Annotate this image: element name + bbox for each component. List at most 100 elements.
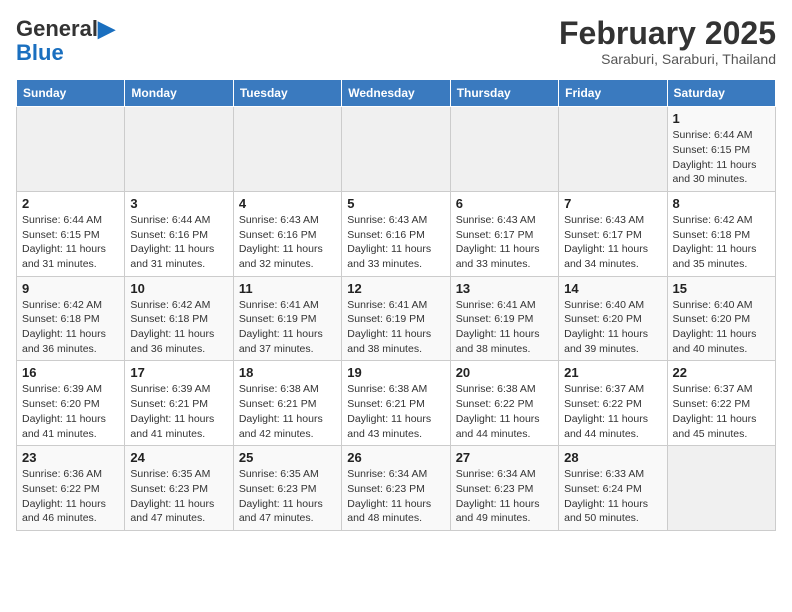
- day-header-thursday: Thursday: [450, 80, 558, 107]
- day-number: 22: [673, 365, 770, 380]
- day-header-sunday: Sunday: [17, 80, 125, 107]
- calendar-cell: 13 Sunrise: 6:41 AM Sunset: 6:19 PM Dayli…: [450, 276, 558, 361]
- day-info: Sunrise: 6:38 AM Sunset: 6:21 PM Dayligh…: [347, 382, 444, 441]
- day-info: Sunrise: 6:36 AM Sunset: 6:22 PM Dayligh…: [22, 467, 119, 526]
- day-number: 5: [347, 196, 444, 211]
- calendar-cell: 26Sunrise: 6:34 AM Sunset: 6:23 PM Dayli…: [342, 446, 450, 531]
- calendar-cell: 27 Sunrise: 6:34 AM Sunset: 6:23 PM Dayli…: [450, 446, 558, 531]
- day-number: 16: [22, 365, 119, 380]
- calendar-cell: 14 Sunrise: 6:40 AM Sunset: 6:20 PM Dayli…: [559, 276, 667, 361]
- day-number: 6: [456, 196, 553, 211]
- day-info: Sunrise: 6:40 AM Sunset: 6:20 PM Dayligh…: [673, 298, 770, 357]
- calendar-cell: 12 Sunrise: 6:41 AM Sunset: 6:19 PM Dayli…: [342, 276, 450, 361]
- day-info: Sunrise: 6:41 AM Sunset: 6:19 PM Dayligh…: [239, 298, 336, 357]
- day-header-saturday: Saturday: [667, 80, 775, 107]
- calendar-cell: 22 Sunrise: 6:37 AM Sunset: 6:22 PM Dayli…: [667, 361, 775, 446]
- logo-text: General▶: [16, 16, 115, 42]
- location-title: Saraburi, Saraburi, Thailand: [559, 51, 776, 67]
- calendar-cell: 28Sunrise: 6:33 AM Sunset: 6:24 PM Dayli…: [559, 446, 667, 531]
- day-info: Sunrise: 6:39 AM Sunset: 6:20 PM Dayligh…: [22, 382, 119, 441]
- day-number: 12: [347, 281, 444, 296]
- calendar-cell: 19 Sunrise: 6:38 AM Sunset: 6:21 PM Dayli…: [342, 361, 450, 446]
- day-info: Sunrise: 6:44 AM Sunset: 6:15 PM Dayligh…: [22, 213, 119, 272]
- calendar-cell: 7Sunrise: 6:43 AM Sunset: 6:17 PM Daylig…: [559, 191, 667, 276]
- calendar-cell: 11 Sunrise: 6:41 AM Sunset: 6:19 PM Dayli…: [233, 276, 341, 361]
- week-row-3: 16 Sunrise: 6:39 AM Sunset: 6:20 PM Dayli…: [17, 361, 776, 446]
- day-info: Sunrise: 6:41 AM Sunset: 6:19 PM Dayligh…: [347, 298, 444, 357]
- calendar-cell: 17 Sunrise: 6:39 AM Sunset: 6:21 PM Dayli…: [125, 361, 233, 446]
- day-number: 25: [239, 450, 336, 465]
- calendar-cell: 23 Sunrise: 6:36 AM Sunset: 6:22 PM Dayli…: [17, 446, 125, 531]
- day-number: 27: [456, 450, 553, 465]
- day-number: 15: [673, 281, 770, 296]
- day-info: Sunrise: 6:43 AM Sunset: 6:17 PM Dayligh…: [456, 213, 553, 272]
- day-number: 21: [564, 365, 661, 380]
- day-number: 24: [130, 450, 227, 465]
- day-number: 8: [673, 196, 770, 211]
- day-info: Sunrise: 6:33 AM Sunset: 6:24 PM Dayligh…: [564, 467, 661, 526]
- week-row-0: 1 Sunrise: 6:44 AM Sunset: 6:15 PM Daylig…: [17, 107, 776, 192]
- day-info: Sunrise: 6:42 AM Sunset: 6:18 PM Dayligh…: [22, 298, 119, 357]
- day-info: Sunrise: 6:40 AM Sunset: 6:20 PM Dayligh…: [564, 298, 661, 357]
- day-info: Sunrise: 6:43 AM Sunset: 6:16 PM Dayligh…: [239, 213, 336, 272]
- week-row-2: 9 Sunrise: 6:42 AM Sunset: 6:18 PM Daylig…: [17, 276, 776, 361]
- day-number: 19: [347, 365, 444, 380]
- day-info: Sunrise: 6:42 AM Sunset: 6:18 PM Dayligh…: [130, 298, 227, 357]
- calendar-cell: [233, 107, 341, 192]
- day-info: Sunrise: 6:37 AM Sunset: 6:22 PM Dayligh…: [564, 382, 661, 441]
- calendar-cell: 4Sunrise: 6:43 AM Sunset: 6:16 PM Daylig…: [233, 191, 341, 276]
- day-info: Sunrise: 6:39 AM Sunset: 6:21 PM Dayligh…: [130, 382, 227, 441]
- calendar-cell: 20 Sunrise: 6:38 AM Sunset: 6:22 PM Dayli…: [450, 361, 558, 446]
- day-number: 10: [130, 281, 227, 296]
- day-info: Sunrise: 6:44 AM Sunset: 6:15 PM Dayligh…: [673, 128, 770, 187]
- day-number: 20: [456, 365, 553, 380]
- day-number: 13: [456, 281, 553, 296]
- calendar-cell: 9 Sunrise: 6:42 AM Sunset: 6:18 PM Daylig…: [17, 276, 125, 361]
- calendar-cell: [667, 446, 775, 531]
- day-header-monday: Monday: [125, 80, 233, 107]
- day-number: 17: [130, 365, 227, 380]
- day-number: 3: [130, 196, 227, 211]
- days-header-row: SundayMondayTuesdayWednesdayThursdayFrid…: [17, 80, 776, 107]
- calendar-table: SundayMondayTuesdayWednesdayThursdayFrid…: [16, 79, 776, 531]
- day-number: 23: [22, 450, 119, 465]
- week-row-4: 23 Sunrise: 6:36 AM Sunset: 6:22 PM Dayli…: [17, 446, 776, 531]
- calendar-cell: 24 Sunrise: 6:35 AM Sunset: 6:23 PM Dayli…: [125, 446, 233, 531]
- day-header-wednesday: Wednesday: [342, 80, 450, 107]
- calendar-cell: 21 Sunrise: 6:37 AM Sunset: 6:22 PM Dayli…: [559, 361, 667, 446]
- day-number: 1: [673, 111, 770, 126]
- calendar-cell: [559, 107, 667, 192]
- calendar-cell: 16 Sunrise: 6:39 AM Sunset: 6:20 PM Dayli…: [17, 361, 125, 446]
- day-number: 9: [22, 281, 119, 296]
- day-header-friday: Friday: [559, 80, 667, 107]
- day-info: Sunrise: 6:44 AM Sunset: 6:16 PM Dayligh…: [130, 213, 227, 272]
- day-number: 14: [564, 281, 661, 296]
- calendar-cell: 10 Sunrise: 6:42 AM Sunset: 6:18 PM Dayli…: [125, 276, 233, 361]
- calendar-cell: 3 Sunrise: 6:44 AM Sunset: 6:16 PM Daylig…: [125, 191, 233, 276]
- day-info: Sunrise: 6:35 AM Sunset: 6:23 PM Dayligh…: [239, 467, 336, 526]
- calendar-cell: 8Sunrise: 6:42 AM Sunset: 6:18 PM Daylig…: [667, 191, 775, 276]
- calendar-cell: 2Sunrise: 6:44 AM Sunset: 6:15 PM Daylig…: [17, 191, 125, 276]
- day-info: Sunrise: 6:38 AM Sunset: 6:22 PM Dayligh…: [456, 382, 553, 441]
- day-info: Sunrise: 6:34 AM Sunset: 6:23 PM Dayligh…: [456, 467, 553, 526]
- calendar-cell: [17, 107, 125, 192]
- day-number: 18: [239, 365, 336, 380]
- day-info: Sunrise: 6:37 AM Sunset: 6:22 PM Dayligh…: [673, 382, 770, 441]
- day-header-tuesday: Tuesday: [233, 80, 341, 107]
- page-header: General▶ Blue February 2025 Saraburi, Sa…: [16, 16, 776, 67]
- calendar-cell: 1 Sunrise: 6:44 AM Sunset: 6:15 PM Daylig…: [667, 107, 775, 192]
- logo: General▶ Blue: [16, 16, 115, 66]
- calendar-cell: 15 Sunrise: 6:40 AM Sunset: 6:20 PM Dayli…: [667, 276, 775, 361]
- day-number: 7: [564, 196, 661, 211]
- calendar-cell: 25 Sunrise: 6:35 AM Sunset: 6:23 PM Dayli…: [233, 446, 341, 531]
- day-info: Sunrise: 6:35 AM Sunset: 6:23 PM Dayligh…: [130, 467, 227, 526]
- month-title: February 2025: [559, 16, 776, 51]
- logo-blue: Blue: [16, 40, 64, 66]
- calendar-cell: 18 Sunrise: 6:38 AM Sunset: 6:21 PM Dayli…: [233, 361, 341, 446]
- title-block: February 2025 Saraburi, Saraburi, Thaila…: [559, 16, 776, 67]
- day-number: 11: [239, 281, 336, 296]
- calendar-cell: 5Sunrise: 6:43 AM Sunset: 6:16 PM Daylig…: [342, 191, 450, 276]
- day-info: Sunrise: 6:34 AM Sunset: 6:23 PM Dayligh…: [347, 467, 444, 526]
- day-info: Sunrise: 6:38 AM Sunset: 6:21 PM Dayligh…: [239, 382, 336, 441]
- day-info: Sunrise: 6:41 AM Sunset: 6:19 PM Dayligh…: [456, 298, 553, 357]
